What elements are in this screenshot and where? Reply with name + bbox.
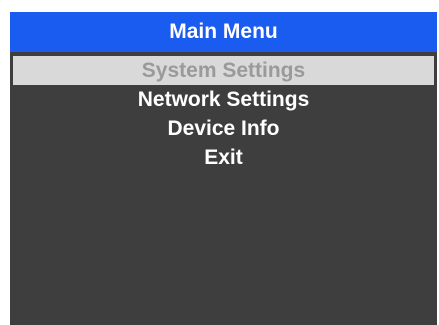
menu-item-exit[interactable]: Exit <box>10 143 437 172</box>
menu-item-network-settings[interactable]: Network Settings <box>10 85 437 114</box>
menu-item-label: Device Info <box>167 116 280 140</box>
menu-item-system-settings[interactable]: System Settings <box>13 56 434 85</box>
menu-item-label: System Settings <box>141 58 306 82</box>
menu-item-label: Exit <box>204 145 243 169</box>
menu-item-device-info[interactable]: Device Info <box>10 114 437 143</box>
menu-item-label: Network Settings <box>137 87 310 111</box>
menu-title-bar: Main Menu <box>10 12 437 52</box>
menu-screen: Main Menu System Settings Network Settin… <box>10 12 437 325</box>
menu-title: Main Menu <box>169 20 278 43</box>
menu-list: System Settings Network Settings Device … <box>10 56 437 172</box>
